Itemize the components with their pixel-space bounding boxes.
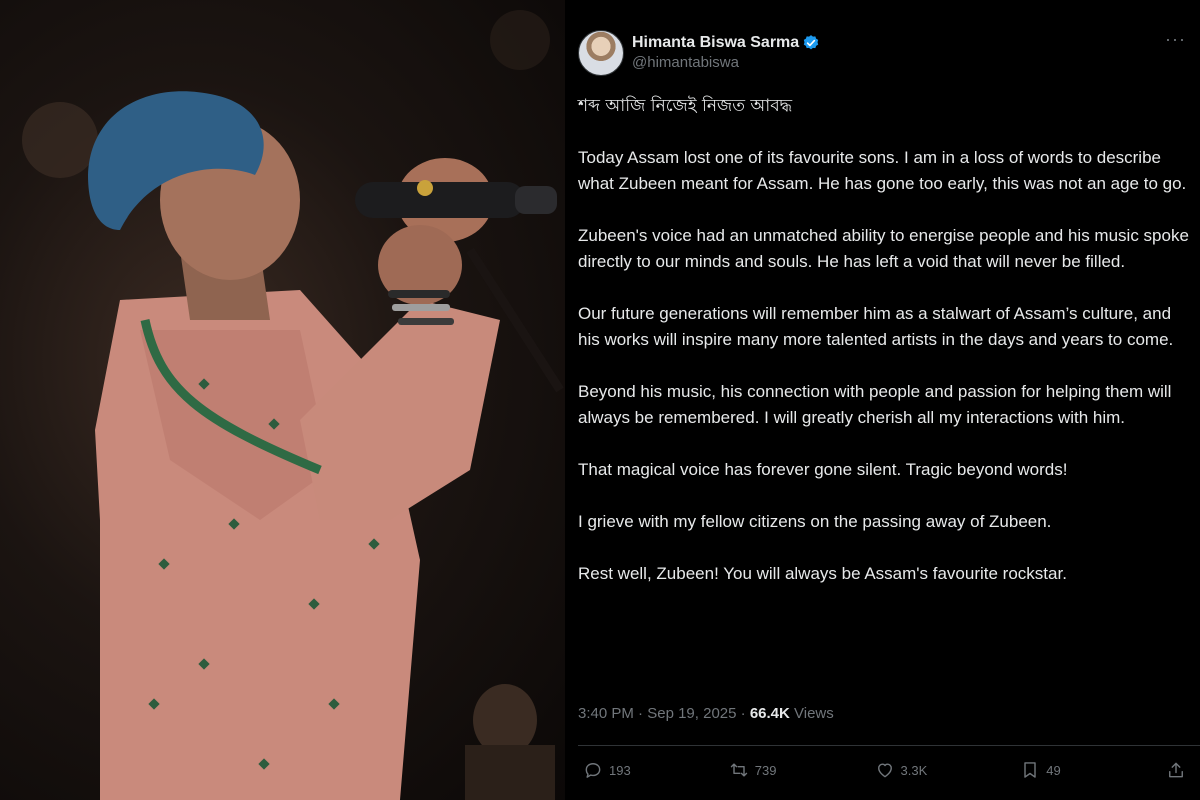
views-label: Views [794,705,834,722]
author-display-name[interactable]: Himanta Biswa Sarma [632,34,799,52]
tweet-paragraph: I grieve with my fellow citizens on the … [578,512,1052,531]
tweet-paragraph: Today Assam lost one of its favourite so… [578,148,1187,193]
tweet-paragraph: Our future generations will remember him… [578,304,1174,349]
meta-separator: · [638,705,644,722]
singer-photo [0,0,565,800]
author-avatar[interactable] [578,30,624,76]
author-names: Himanta Biswa Sarma @himantabiswa [632,34,820,71]
reply-button[interactable]: 193 [583,760,703,780]
like-button[interactable]: 3.3K [875,760,995,780]
action-bar: 193 739 3.3K 49 [583,760,1186,780]
repost-count: 739 [754,762,777,778]
tweet-text: শব্দ আজি নিজেই নিজত আবদ্ধ Today Assam lo… [578,93,1193,587]
tweet-paragraph: Zubeen's voice had an unmatched ability … [578,226,1189,271]
reply-icon [585,763,601,778]
tweet-header: Himanta Biswa Sarma @himantabiswa [578,30,1200,90]
tweet-paragraph: Rest well, Zubeen! You will always be As… [578,564,1067,583]
tweet-date[interactable]: Sep 19, 2025 [647,705,736,722]
tweet-meta: 3:40 PM · Sep 19, 2025 · 66.4K Views [578,705,834,722]
name-row: Himanta Biswa Sarma [632,34,820,52]
repost-icon [730,763,747,777]
bookmark-icon [1024,762,1036,778]
share-icon [1169,762,1183,778]
tweet-paragraph: That magical voice has forever gone sile… [578,460,1068,479]
meta-separator: · [740,705,746,722]
views-count: 66.4K [749,705,790,722]
like-count: 3.3K [900,762,928,778]
bookmark-button[interactable]: 49 [1020,760,1140,780]
heart-icon [877,763,892,778]
tweet-time[interactable]: 3:40 PM [578,705,634,722]
repost-button[interactable]: 739 [729,760,849,780]
tweet-paragraph: Beyond his music, his connection with pe… [578,382,1172,427]
share-button[interactable] [1166,760,1186,780]
tweet-paragraph: শব্দ আজি নিজেই নিজত আবদ্ধ [578,96,793,116]
more-options-icon[interactable]: ··· [1165,30,1186,48]
author-handle[interactable]: @himantabiswa [632,54,820,71]
tweet-card: Himanta Biswa Sarma @himantabiswa ··· শব… [565,0,1200,800]
reply-count: 193 [609,762,631,778]
bookmark-count: 49 [1046,762,1061,778]
divider [578,745,1200,746]
singer-illustration [22,10,564,800]
verified-badge-icon [802,34,820,52]
